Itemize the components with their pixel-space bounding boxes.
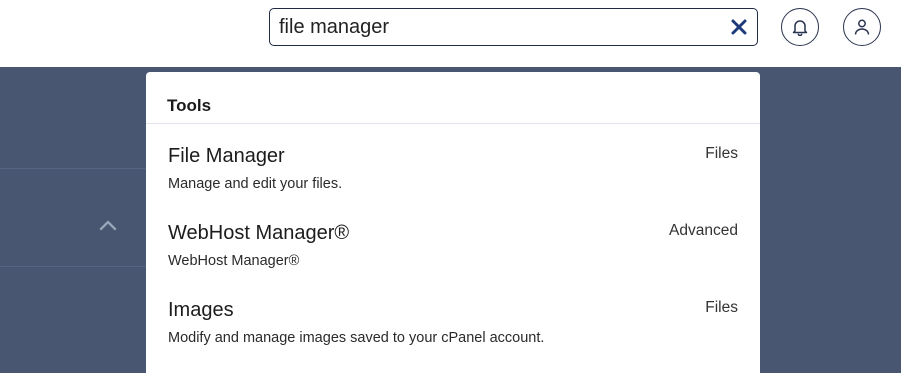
result-title: WebHost Manager® (168, 222, 350, 244)
sidebar-divider (0, 168, 146, 169)
result-item-images[interactable]: Images Files Modify and manage images sa… (146, 278, 760, 355)
result-description: Modify and manage images saved to your c… (168, 330, 545, 346)
result-description: Manage and edit your files. (168, 176, 343, 192)
result-category: Advanced (669, 222, 738, 239)
user-icon (854, 19, 870, 35)
account-button[interactable] (843, 8, 881, 46)
search-input[interactable] (279, 12, 709, 42)
search-box[interactable] (269, 8, 758, 46)
result-item-webhost-manager[interactable]: WebHost Manager® Advanced WebHost Manage… (146, 201, 760, 278)
results-section-header: Tools (146, 72, 760, 124)
bell-icon (792, 20, 808, 36)
page: Tools File Manager Files Manage and edit… (0, 0, 901, 373)
top-bar (0, 0, 901, 67)
result-category: Files (705, 299, 738, 316)
result-item-file-manager[interactable]: File Manager Files Manage and edit your … (146, 124, 760, 201)
chevron-up-icon[interactable] (98, 218, 118, 232)
sidebar-divider (0, 266, 146, 267)
search-results-dropdown: Tools File Manager Files Manage and edit… (146, 72, 760, 373)
notifications-button[interactable] (781, 8, 819, 46)
close-icon[interactable] (729, 17, 749, 37)
result-title: Images (168, 299, 234, 321)
result-category: Files (705, 145, 738, 162)
results-section-title: Tools (167, 96, 212, 115)
result-description: WebHost Manager® (168, 253, 300, 269)
result-title: File Manager (168, 145, 285, 167)
